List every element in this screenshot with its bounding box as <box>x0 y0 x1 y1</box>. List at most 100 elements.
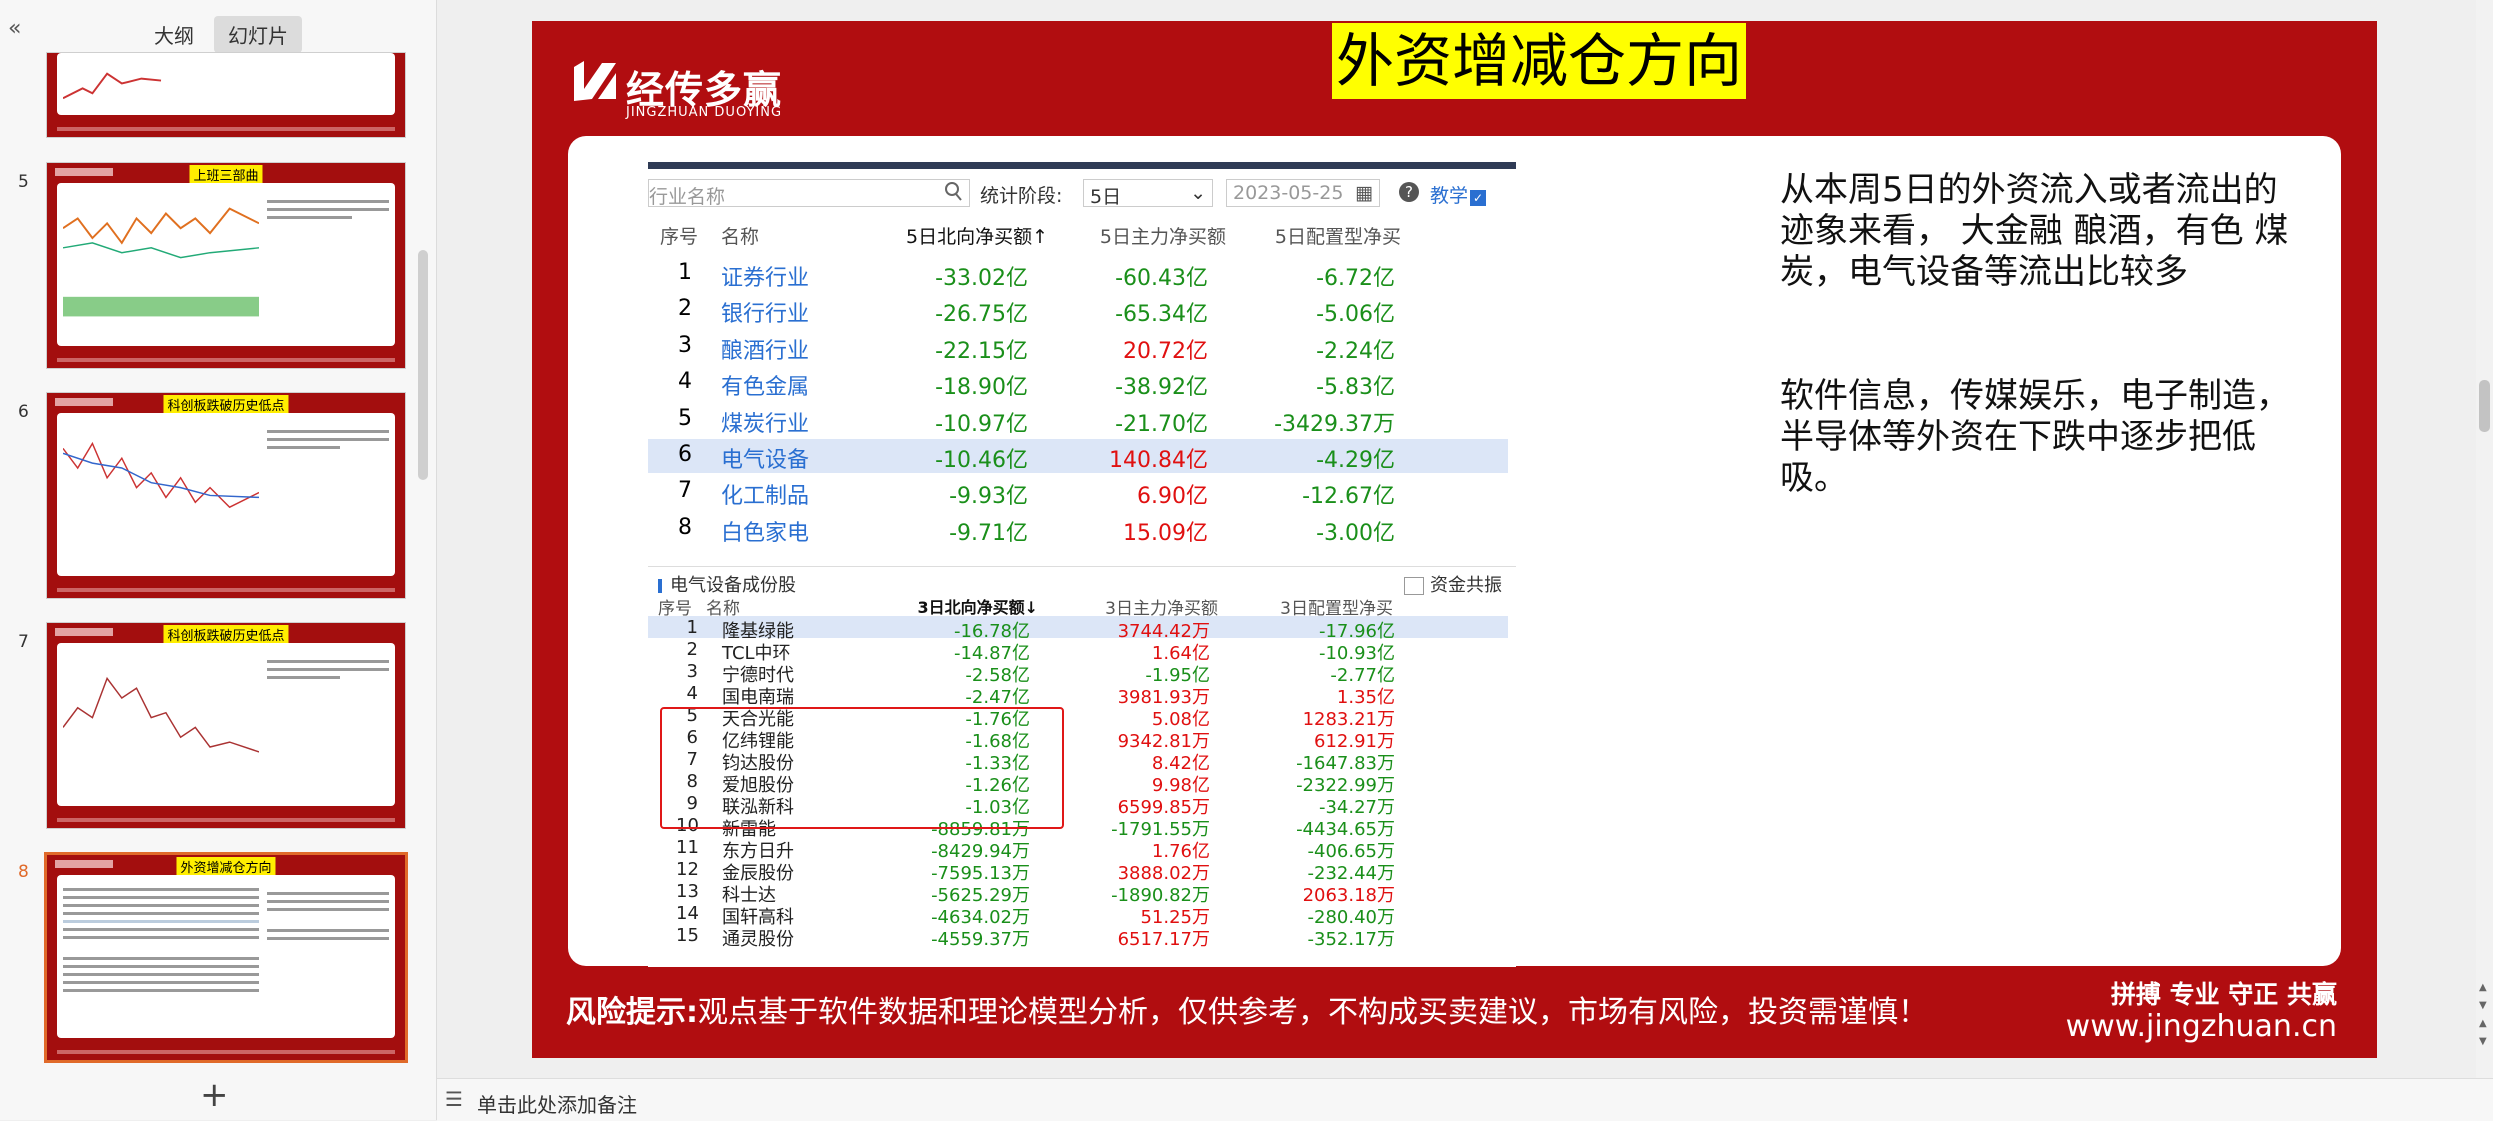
stock-name[interactable]: 通灵股份 <box>722 925 794 951</box>
config-net-buy: -6.72亿 <box>1316 266 1395 291</box>
north-net-buy: -10.46亿 <box>935 448 1028 473</box>
tab-slides[interactable]: 幻灯片 <box>214 16 302 53</box>
industry-name-link[interactable]: 化工制品 <box>721 478 809 510</box>
table-row[interactable]: 13 科士达 -5625.29万 -1890.82万 2063.18万 <box>648 880 1508 906</box>
row-index: 11 <box>676 837 699 858</box>
slide-thumbnail-8[interactable]: 外资增减仓方向 <box>44 852 408 1063</box>
notes-icon: ☰ <box>445 1087 463 1111</box>
thumb-footer <box>57 1050 395 1054</box>
industry-name-link[interactable]: 银行行业 <box>721 296 809 328</box>
thumb-number: 7 <box>18 632 29 652</box>
thumb-text <box>267 887 389 945</box>
slide-thumbnail-7[interactable]: 科创板跌破历史低点 <box>46 622 406 829</box>
slide-thumbnail-4[interactable] <box>46 52 406 138</box>
industry-name-link[interactable]: 酿酒行业 <box>721 333 809 365</box>
industry-search-input[interactable]: 行业名称 <box>648 179 970 208</box>
config-net-buy: -5.06亿 <box>1316 302 1395 328</box>
table-row[interactable]: 5 煤炭行业 -10.97亿 -21.70亿 -3429.37万 <box>648 403 1508 437</box>
col-north-3d[interactable]: 3日北向净买额↓ <box>917 594 1038 618</box>
north-net-buy: -4559.37万 <box>931 929 1030 950</box>
col-name[interactable]: 名称 <box>721 222 759 249</box>
industry-name-link[interactable]: 证券行业 <box>721 260 809 292</box>
editor-scrollbar[interactable]: ▲ ▼ ▲ ▼ <box>2476 0 2493 1078</box>
help-icon[interactable]: ? <box>1398 181 1420 208</box>
main-net-buy: -65.34亿 <box>1115 302 1208 328</box>
tab-outline[interactable]: 大纲 <box>140 16 208 53</box>
thumb-content <box>57 183 395 346</box>
industry-name-link[interactable]: 白色家电 <box>721 515 809 547</box>
north-net-buy: -9.71亿 <box>949 520 1028 546</box>
panel-tabs: 大纲 幻灯片 <box>140 16 302 53</box>
thumb-chart <box>63 207 260 317</box>
col-config-5d[interactable]: 5日配置型净买 <box>1275 222 1401 249</box>
industry-name-link[interactable]: 有色金属 <box>721 369 809 401</box>
thumb-content <box>57 643 395 806</box>
collapse-panel-icon[interactable]: « <box>8 16 21 41</box>
table-row[interactable]: 11 东方日升 -8429.94万 1.76亿 -406.65万 <box>648 836 1508 862</box>
table-row[interactable]: 4 有色金属 -18.90亿 -38.92亿 -5.83亿 <box>648 366 1508 400</box>
main-net-buy: 6517.17万 <box>1117 929 1210 950</box>
scrollbar-thumb[interactable] <box>2479 380 2490 432</box>
table-row[interactable]: 2 银行行业 -26.75亿 -65.34亿 -5.06亿 <box>648 293 1508 327</box>
notes-placeholder[interactable]: 单击此处添加备注 <box>477 1089 637 1118</box>
date-picker[interactable]: 2023-05-25 ▦ <box>1226 179 1380 207</box>
table-row[interactable]: 7 化工制品 -9.93亿 6.90亿 -12.67亿 <box>648 475 1508 509</box>
table-row[interactable]: 8 白色家电 -9.71亿 15.09亿 -3.00亿 <box>648 512 1508 546</box>
checkbox-icon: ✓ <box>1470 190 1487 206</box>
table-row[interactable]: 6 电气设备 -10.46亿 140.84亿 -4.29亿 <box>648 439 1508 473</box>
thumb-content <box>57 875 395 1038</box>
scroll-down-icon[interactable]: ▼ <box>2479 1000 2487 1011</box>
filter-bar: 行业名称 统计阶段: 5日 ⌄ 2023-05-25 ▦ ? 教学 ✓ <box>648 179 1508 209</box>
period-select[interactable]: 5日 ⌄ <box>1083 179 1213 208</box>
config-net-buy: -3429.37万 <box>1274 411 1395 437</box>
slide-canvas[interactable]: 外资增减仓方向 经传多赢 JINGZHUAN DUOYING 行业名称 统计阶段… <box>532 21 2377 1058</box>
analysis-paragraph-2: 软件信息，传媒娱乐，电子制造，半导体等外资在下跌中逐步把低吸。 <box>1780 376 2290 498</box>
table-row[interactable]: 1 证券行业 -33.02亿 -60.43亿 -6.72亿 <box>648 257 1508 291</box>
config-net-buy: -2.24亿 <box>1316 338 1395 364</box>
config-net-buy: -5.83亿 <box>1316 375 1395 401</box>
table-row[interactable]: 15 通灵股份 -4559.37万 6517.17万 -352.17万 <box>648 924 1508 950</box>
slide-thumbnail-5[interactable]: 上班三部曲 <box>46 162 406 369</box>
table-row[interactable]: 1 隆基绿能 -16.78亿 3744.42万 -17.96亿 <box>648 616 1508 642</box>
north-net-buy: -18.90亿 <box>935 375 1028 401</box>
panel-scrollbar[interactable] <box>418 250 428 480</box>
col-main-5d[interactable]: 5日主力净买额 <box>1100 222 1226 249</box>
table-row[interactable]: 3 酿酒行业 -22.15亿 20.72亿 -2.24亿 <box>648 330 1508 364</box>
add-slide-button[interactable]: + <box>200 1075 229 1115</box>
col-north-5d[interactable]: 5日北向净买额↑ <box>906 222 1048 249</box>
row-index: 3 <box>686 661 698 682</box>
industry-flow-screenshot: 行业名称 统计阶段: 5日 ⌄ 2023-05-25 ▦ ? 教学 ✓ 序号 名… <box>648 162 1516 549</box>
page-down-icon[interactable]: ▼ <box>2479 1036 2487 1047</box>
risk-disclaimer: 风险提示:观点基于软件数据和理论模型分析，仅供参考，不构成买卖建议，市场有风险，… <box>566 995 1928 1030</box>
main-net-buy: 15.09亿 <box>1123 520 1208 546</box>
thumb-title: 科创板跌破历史低点 <box>163 625 289 644</box>
table-row[interactable]: 12 金辰股份 -7595.13万 3888.02万 -232.44万 <box>648 858 1508 884</box>
thumb-logo <box>55 860 113 868</box>
main-net-buy: -21.70亿 <box>1115 411 1208 437</box>
row-index: 2 <box>686 639 698 660</box>
table-row[interactable]: 4 国电南瑞 -2.47亿 3981.93万 1.35亿 <box>648 682 1508 708</box>
slide-thumbnail-6[interactable]: 科创板跌破历史低点 <box>46 392 406 599</box>
table-row[interactable]: 2 TCL中环 -14.87亿 1.64亿 -10.93亿 <box>648 638 1508 664</box>
page-up-icon[interactable]: ▲ <box>2479 1018 2487 1029</box>
config-net-buy: -3.00亿 <box>1316 520 1395 546</box>
config-net-buy: -352.17万 <box>1307 929 1395 950</box>
search-icon <box>945 180 963 207</box>
notes-bar[interactable]: ☰ 单击此处添加备注 <box>437 1078 2493 1121</box>
row-index: 8 <box>678 514 692 540</box>
thumb-title: 上班三部曲 <box>189 165 263 184</box>
table-row[interactable]: 14 国轩高科 -4634.02万 51.25万 -280.40万 <box>648 902 1508 928</box>
brand-slogan: 拼搏 专业 守正 共赢 <box>2110 980 2337 1009</box>
config-net-buy: -4.29亿 <box>1316 448 1395 473</box>
teach-link[interactable]: 教学 ✓ <box>1430 181 1487 208</box>
industry-name-link[interactable]: 煤炭行业 <box>721 406 809 438</box>
industry-name-link[interactable]: 电气设备 <box>721 442 809 474</box>
thumb-chart <box>63 441 260 509</box>
thumb-footer <box>57 127 395 131</box>
north-net-buy: -10.97亿 <box>935 411 1028 437</box>
scroll-up-icon[interactable]: ▲ <box>2479 982 2487 993</box>
north-net-buy: -22.15亿 <box>935 338 1028 364</box>
thumb-footer <box>57 818 395 822</box>
table-row[interactable]: 3 宁德时代 -2.58亿 -1.95亿 -2.77亿 <box>648 660 1508 686</box>
website-url: www.jingzhuan.cn <box>2065 1009 2337 1044</box>
